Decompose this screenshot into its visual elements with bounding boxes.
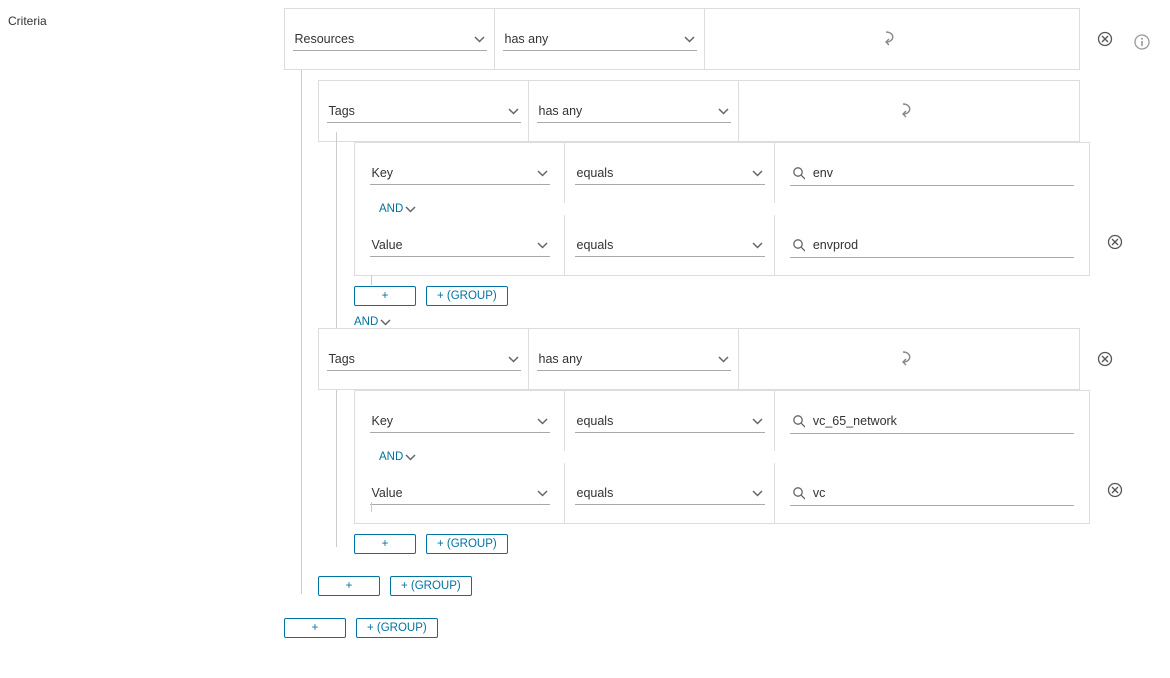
tree-line [371,502,372,512]
criteria-label: Criteria [8,14,47,28]
value-input[interactable] [811,237,1072,253]
curl-arrow-icon [900,350,918,368]
add-group-button[interactable]: + (GROUP) [426,534,508,554]
property-dropdown[interactable]: Value [370,482,550,505]
connector-label: AND [354,316,378,328]
chevron-down-icon [405,204,416,214]
chevron-down-icon [474,34,485,44]
add-buttons-row: + + (GROUP) [318,576,1170,596]
criteria-row-resources: Resources has any [284,8,1080,70]
curl-arrow-icon [883,30,901,48]
criteria-row-tags: Tags has any [318,80,1080,142]
delete-row-button[interactable] [1107,482,1123,498]
chevron-down-icon [752,168,763,178]
chevron-down-icon [718,106,729,116]
criteria-kv-group: Key equals AND [354,390,1090,524]
value-input[interactable] [811,485,1072,501]
property-dropdown[interactable]: Tags [327,100,521,123]
search-icon [792,166,805,180]
expand-children-icon [705,9,1079,69]
add-condition-button[interactable]: + [284,618,346,638]
add-buttons-row: + + (GROUP) [284,618,1170,638]
dropdown-label: has any [505,32,549,46]
tree-line [301,70,302,594]
dropdown-label: Key [372,414,394,428]
dropdown-label: equals [577,486,614,500]
dropdown-label: Key [372,166,394,180]
criteria-builder: Criteria Resources has any [0,0,1170,678]
operator-dropdown[interactable]: has any [537,100,731,123]
add-buttons-row: + + (GROUP) [354,286,1170,306]
criteria-kv-group: Key equals AND [354,142,1090,276]
property-dropdown[interactable]: Tags [327,348,521,371]
dropdown-label: Tags [329,104,355,118]
and-connector[interactable]: AND [379,203,416,215]
search-icon [792,486,805,500]
add-group-button[interactable]: + (GROUP) [426,286,508,306]
chevron-down-icon [718,354,729,364]
value-search-input[interactable] [790,161,1074,186]
operator-dropdown[interactable]: equals [575,482,765,505]
operator-dropdown[interactable]: equals [575,162,765,185]
chevron-down-icon [752,488,763,498]
dropdown-label: equals [577,414,614,428]
value-input[interactable] [811,413,1072,429]
operator-dropdown[interactable]: has any [537,348,731,371]
chevron-down-icon [508,106,519,116]
connector-label: AND [379,451,403,463]
operator-dropdown[interactable]: has any [503,28,697,51]
info-icon[interactable] [1134,34,1150,50]
add-condition-button[interactable]: + [318,576,380,596]
operator-dropdown[interactable]: equals [575,234,765,257]
chevron-down-icon [405,452,416,462]
chevron-down-icon [537,416,548,426]
tree-line [371,275,372,285]
property-dropdown[interactable]: Resources [293,28,487,51]
delete-row-button[interactable] [1097,31,1113,47]
property-dropdown[interactable]: Value [370,234,550,257]
add-group-button[interactable]: + (GROUP) [390,576,472,596]
expand-children-icon [739,81,1079,141]
criteria-row-tags: Tags has any [318,328,1080,390]
property-dropdown[interactable]: Key [370,162,550,185]
chevron-down-icon [537,168,548,178]
and-connector[interactable]: AND [354,316,391,328]
add-condition-button[interactable]: + [354,286,416,306]
dropdown-label: Value [372,238,403,252]
dropdown-label: Tags [329,352,355,366]
dropdown-label: has any [539,104,583,118]
dropdown-label: Resources [295,32,355,46]
dropdown-label: equals [577,166,614,180]
add-group-button[interactable]: + (GROUP) [356,618,438,638]
add-buttons-row: + + (GROUP) [354,534,1170,554]
chevron-down-icon [380,317,391,327]
property-dropdown[interactable]: Key [370,410,550,433]
chevron-down-icon [752,240,763,250]
chevron-down-icon [752,416,763,426]
delete-row-button[interactable] [1097,351,1113,367]
expand-children-icon [739,329,1079,389]
value-input[interactable] [811,165,1072,181]
add-condition-button[interactable]: + [354,534,416,554]
chevron-down-icon [684,34,695,44]
dropdown-label: Value [372,486,403,500]
delete-row-button[interactable] [1107,234,1123,250]
chevron-down-icon [508,354,519,364]
dropdown-label: has any [539,352,583,366]
search-icon [792,238,805,252]
chevron-down-icon [537,240,548,250]
connector-label: AND [379,203,403,215]
operator-dropdown[interactable]: equals [575,410,765,433]
value-search-input[interactable] [790,409,1074,434]
value-search-input[interactable] [790,481,1074,506]
curl-arrow-icon [900,102,918,120]
and-connector[interactable]: AND [379,451,416,463]
value-search-input[interactable] [790,233,1074,258]
chevron-down-icon [537,488,548,498]
dropdown-label: equals [577,238,614,252]
search-icon [792,414,805,428]
